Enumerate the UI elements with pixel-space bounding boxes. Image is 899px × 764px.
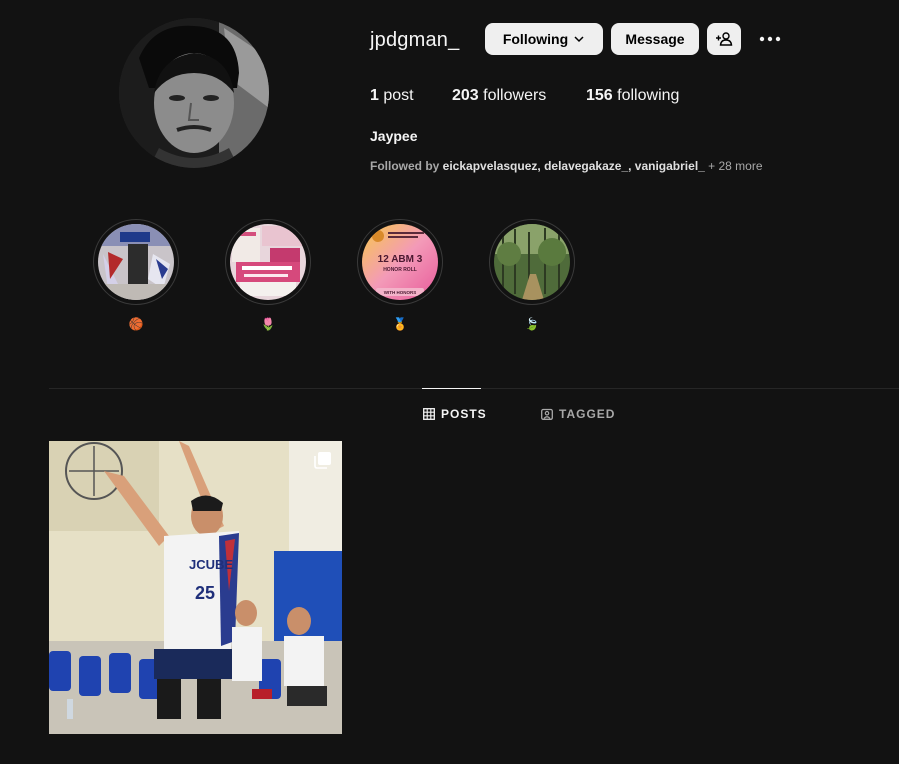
highlight-label: 🏀 <box>128 317 144 331</box>
followed-by-text[interactable]: Followed by eickapvelasquez, delavegakaz… <box>370 159 763 173</box>
honor-roll-photo: 12 ABM 3 HONOR ROLL WITH HONORS <box>362 224 438 300</box>
highlight-basketball[interactable]: 🏀 <box>93 219 179 331</box>
honor-roll-title: 12 ABM 3 <box>378 254 423 265</box>
message-button-label: Message <box>625 31 685 47</box>
campaign-posters-photo <box>230 224 306 300</box>
grid-icon <box>423 408 435 420</box>
avatar-photo <box>119 18 269 168</box>
following-button-label: Following <box>502 31 569 47</box>
options-button[interactable] <box>755 27 785 51</box>
active-tab-indicator <box>422 388 481 389</box>
more-options-icon <box>759 36 781 42</box>
highlight-label: 🌷 <box>260 317 276 331</box>
highlight-label: 🍃 <box>524 317 540 331</box>
followed-by-more: + 28 more <box>704 159 763 173</box>
forest-path-photo <box>494 224 570 300</box>
profile-full-name: Jaypee <box>370 128 418 144</box>
tab-posts[interactable]: POSTS <box>423 407 487 421</box>
tab-tagged[interactable]: TAGGED <box>541 407 615 421</box>
following-link[interactable]: 156 following <box>586 87 679 105</box>
honor-roll-badge: WITH HONORS <box>384 290 417 295</box>
post-thumbnail[interactable]: JCUBE 25 <box>49 441 342 734</box>
jersey-text: JCUBE <box>189 557 233 572</box>
highlight-leaf[interactable]: 🍃 <box>489 219 575 331</box>
basketball-court-photo <box>98 224 174 300</box>
highlight-medal[interactable]: 12 ABM 3 HONOR ROLL WITH HONORS 🏅 <box>357 219 443 331</box>
tab-posts-label: POSTS <box>441 407 487 421</box>
multiple-photos-icon <box>314 452 331 469</box>
posts-count: 1 post <box>370 87 414 104</box>
followed-by-names: eickapvelasquez, delavegakaze_, vanigabr… <box>442 159 705 173</box>
jersey-number: 25 <box>195 583 215 603</box>
honor-roll-sub: HONOR ROLL <box>383 267 417 273</box>
highlight-label: 🏅 <box>392 317 408 331</box>
suggested-users-button[interactable] <box>707 23 741 55</box>
highlight-tulip[interactable]: 🌷 <box>225 219 311 331</box>
profile-username: jpdgman_ <box>370 29 460 51</box>
basketball-player-photo: JCUBE 25 <box>49 441 342 734</box>
message-button[interactable]: Message <box>611 23 699 55</box>
following-button[interactable]: Following <box>485 23 603 55</box>
tab-tagged-label: TAGGED <box>559 407 616 421</box>
profile-avatar[interactable] <box>119 18 269 168</box>
add-user-icon <box>716 32 733 46</box>
chevron-down-icon <box>574 36 584 43</box>
tagged-icon <box>541 408 553 420</box>
followers-link[interactable]: 203 followers <box>452 87 546 105</box>
